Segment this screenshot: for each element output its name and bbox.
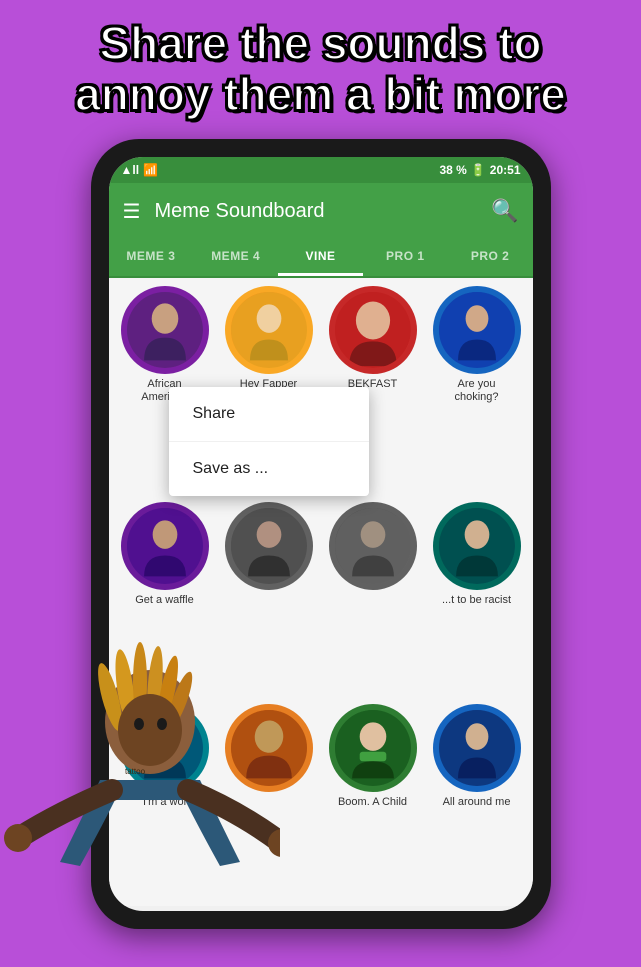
sound-label: Get a waffle <box>135 594 194 607</box>
tab-vine[interactable]: VINE <box>278 239 363 276</box>
app-title: Meme Soundboard <box>154 200 477 223</box>
sound-button-bekfast[interactable] <box>329 286 417 374</box>
tab-bar: MEME 3 MEME 4 VINE PRO 1 PRO 2 <box>109 239 533 278</box>
sound-button-get-a-waffle[interactable] <box>121 502 209 590</box>
headline: Share the sounds to annoy them a bit mor… <box>0 0 641 129</box>
phone-frame: ▲ll 📶 38 % 🔋 20:51 ☰ Meme Soundboard 🔍 M… <box>0 139 641 929</box>
context-menu-save-as[interactable]: Save as ... <box>169 442 369 496</box>
tab-pro2[interactable]: PRO 2 <box>448 239 533 276</box>
status-left: ▲ll 📶 <box>121 163 159 177</box>
sound-button-hey-fapper[interactable] <box>225 286 313 374</box>
sound-grid: AfricanAmerican Hey FapperFapper <box>109 278 533 906</box>
list-item: I'm a wol <box>117 704 213 898</box>
status-bar: ▲ll 📶 38 % 🔋 20:51 <box>109 157 533 183</box>
signal-icon: ▲ll <box>121 163 140 177</box>
battery-icon: 🔋 <box>471 163 486 177</box>
sound-label: Boom. A Child <box>338 796 407 809</box>
list-item: All around me <box>429 704 525 898</box>
search-icon[interactable]: 🔍 <box>491 198 518 224</box>
tab-pro1[interactable]: PRO 1 <box>363 239 448 276</box>
phone-body: ▲ll 📶 38 % 🔋 20:51 ☰ Meme Soundboard 🔍 M… <box>91 139 551 929</box>
sound-button-im-a-wolf[interactable] <box>121 704 209 792</box>
time-display: 20:51 <box>490 163 521 177</box>
sound-button-row3-2[interactable] <box>225 704 313 792</box>
sound-button-not-racist[interactable] <box>433 502 521 590</box>
battery-percent: 38 % <box>439 163 466 177</box>
context-menu: Share Save as ... <box>169 387 369 496</box>
sound-label: I'm a wol <box>143 796 186 809</box>
app-bar: ☰ Meme Soundboard 🔍 <box>109 183 533 239</box>
wifi-icon: 📶 <box>143 163 158 177</box>
tab-meme4[interactable]: MEME 4 <box>193 239 278 276</box>
sound-label: ...t to be racist <box>442 594 511 607</box>
list-item <box>221 704 317 898</box>
list-item: Are youchoking? <box>429 286 525 493</box>
hamburger-icon[interactable]: ☰ <box>123 199 141 224</box>
tab-meme3[interactable]: MEME 3 <box>109 239 194 276</box>
sound-label: All around me <box>443 796 511 809</box>
sound-button-row2-3[interactable] <box>329 502 417 590</box>
list-item: Boom. A Child <box>325 704 421 898</box>
list-item <box>221 502 317 696</box>
status-right: 38 % 🔋 20:51 <box>439 163 520 177</box>
phone-screen: ▲ll 📶 38 % 🔋 20:51 ☰ Meme Soundboard 🔍 M… <box>109 157 533 911</box>
sound-button-are-you-choking[interactable] <box>433 286 521 374</box>
sound-button-boom-child[interactable] <box>329 704 417 792</box>
list-item <box>325 502 421 696</box>
sound-button-row2-2[interactable] <box>225 502 313 590</box>
sound-label: Are youchoking? <box>454 378 498 404</box>
list-item: ...t to be racist <box>429 502 525 696</box>
list-item: Get a waffle <box>117 502 213 696</box>
sound-button-african-american[interactable] <box>121 286 209 374</box>
context-menu-share[interactable]: Share <box>169 387 369 442</box>
sound-button-all-around-me[interactable] <box>433 704 521 792</box>
